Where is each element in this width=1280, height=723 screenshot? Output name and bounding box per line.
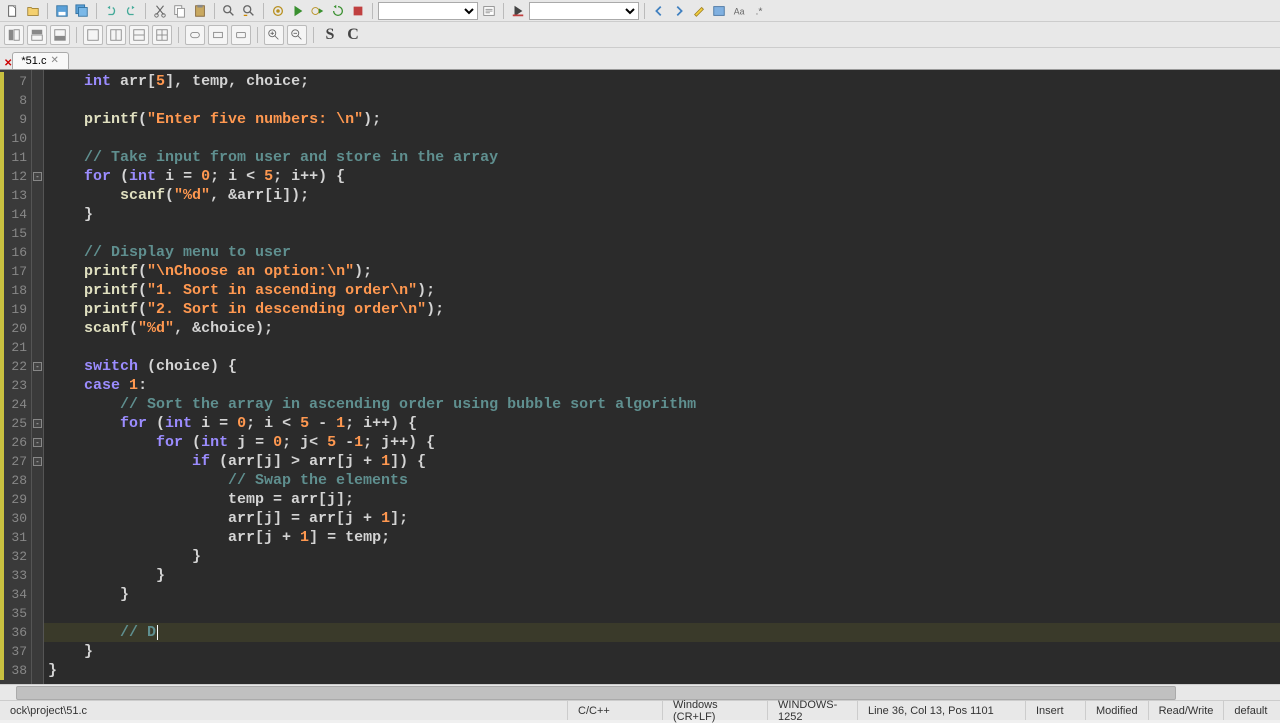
scrollbar-thumb[interactable] bbox=[16, 686, 1176, 700]
code-area[interactable]: int arr[5], temp, choice; printf("Enter … bbox=[44, 70, 1280, 684]
redo-icon[interactable] bbox=[122, 2, 140, 20]
toolbar-separator bbox=[263, 3, 264, 19]
svg-text:Aa: Aa bbox=[734, 6, 745, 16]
panel3-icon[interactable] bbox=[50, 25, 70, 45]
zoom-in-icon[interactable] bbox=[264, 25, 284, 45]
bookmark-icon[interactable] bbox=[710, 2, 728, 20]
toolbar-separator bbox=[76, 27, 77, 43]
open-file-icon[interactable] bbox=[24, 2, 42, 20]
toolbar-separator bbox=[372, 3, 373, 19]
editor: 7891011121314151617181920212223242526272… bbox=[0, 70, 1280, 684]
main-toolbar: Aa .* bbox=[0, 0, 1280, 22]
replace-icon[interactable] bbox=[240, 2, 258, 20]
tab-label: *51.c bbox=[21, 55, 46, 67]
paste-icon[interactable] bbox=[191, 2, 209, 20]
status-readwrite: Read/Write bbox=[1149, 701, 1225, 720]
line-number-gutter: 7891011121314151617181920212223242526272… bbox=[4, 70, 32, 684]
secondary-toolbar: S C bbox=[0, 22, 1280, 48]
match-case-icon[interactable]: Aa bbox=[730, 2, 748, 20]
layout2-icon[interactable] bbox=[106, 25, 126, 45]
highlight-icon[interactable] bbox=[690, 2, 708, 20]
status-path: ock\project\51.c bbox=[0, 701, 568, 720]
status-encoding[interactable]: WINDOWS-1252 bbox=[768, 701, 858, 720]
layout3-icon[interactable] bbox=[129, 25, 149, 45]
toolbar-separator bbox=[47, 3, 48, 19]
build-icon[interactable] bbox=[269, 2, 287, 20]
copy-icon[interactable] bbox=[171, 2, 189, 20]
debug-run-icon[interactable] bbox=[509, 2, 527, 20]
toolbar-separator bbox=[145, 3, 146, 19]
letter-c-button[interactable]: C bbox=[343, 26, 363, 44]
undo-icon[interactable] bbox=[102, 2, 120, 20]
status-bar: ock\project\51.c C/C++ Windows (CR+LF) W… bbox=[0, 700, 1280, 720]
panel2-icon[interactable] bbox=[27, 25, 47, 45]
toolbar-separator bbox=[503, 3, 504, 19]
toolbar-separator bbox=[214, 3, 215, 19]
zoom-out-icon[interactable] bbox=[287, 25, 307, 45]
save-icon[interactable] bbox=[53, 2, 71, 20]
shape3-icon[interactable] bbox=[231, 25, 251, 45]
status-language[interactable]: C/C++ bbox=[568, 701, 663, 720]
status-default[interactable]: default bbox=[1224, 701, 1280, 720]
save-all-icon[interactable] bbox=[73, 2, 91, 20]
fold-gutter: ----- bbox=[32, 70, 44, 684]
tab-close-icon[interactable]: ✕ bbox=[50, 56, 60, 66]
horizontal-scrollbar[interactable] bbox=[0, 684, 1280, 700]
shape1-icon[interactable] bbox=[185, 25, 205, 45]
status-insert-mode[interactable]: Insert bbox=[1026, 701, 1086, 720]
toolbar-separator bbox=[178, 27, 179, 43]
shape2-icon[interactable] bbox=[208, 25, 228, 45]
toolbar-separator bbox=[257, 27, 258, 43]
letter-s-button[interactable]: S bbox=[320, 26, 340, 44]
cut-icon[interactable] bbox=[151, 2, 169, 20]
tab-bar: ✕ *51.c ✕ bbox=[0, 48, 1280, 70]
svg-text:.*: .* bbox=[756, 5, 763, 17]
close-all-tabs-icon[interactable]: ✕ bbox=[4, 58, 12, 69]
rebuild-icon[interactable] bbox=[329, 2, 347, 20]
target-settings-icon[interactable] bbox=[480, 2, 498, 20]
layout4-icon[interactable] bbox=[152, 25, 172, 45]
toolbar-separator bbox=[644, 3, 645, 19]
file-tab[interactable]: *51.c ✕ bbox=[12, 52, 69, 69]
debug-dropdown[interactable] bbox=[529, 2, 639, 20]
status-eol[interactable]: Windows (CR+LF) bbox=[663, 701, 768, 720]
status-position: Line 36, Col 13, Pos 1101 bbox=[858, 701, 1026, 720]
nav-forward-icon[interactable] bbox=[670, 2, 688, 20]
build-run-icon[interactable] bbox=[309, 2, 327, 20]
nav-back-icon[interactable] bbox=[650, 2, 668, 20]
toolbar-separator bbox=[96, 3, 97, 19]
panel1-icon[interactable] bbox=[4, 25, 24, 45]
run-icon[interactable] bbox=[289, 2, 307, 20]
regex-icon[interactable]: .* bbox=[750, 2, 768, 20]
status-modified: Modified bbox=[1086, 701, 1149, 720]
new-file-icon[interactable] bbox=[4, 2, 22, 20]
abort-icon[interactable] bbox=[349, 2, 367, 20]
find-icon[interactable] bbox=[220, 2, 238, 20]
target-dropdown[interactable] bbox=[378, 2, 478, 20]
layout1-icon[interactable] bbox=[83, 25, 103, 45]
toolbar-separator bbox=[313, 27, 314, 43]
